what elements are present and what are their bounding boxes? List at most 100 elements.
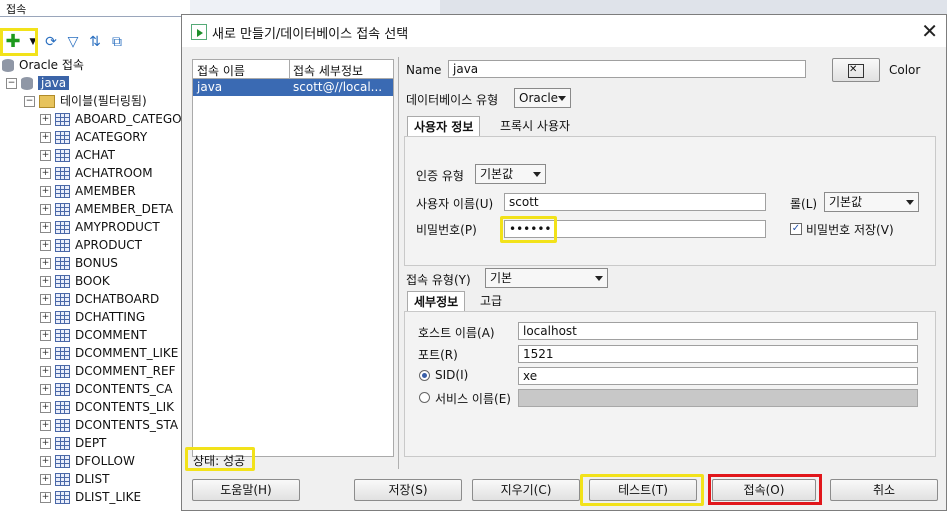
table-icon [55, 329, 70, 342]
expand-icon[interactable]: + [40, 384, 51, 395]
table-item[interactable]: + DCHATTING [40, 308, 145, 326]
expand-icon[interactable]: + [40, 312, 51, 323]
table-item[interactable]: + DCOMMENT [40, 326, 147, 344]
table-item[interactable]: + BONUS [40, 254, 118, 272]
port-input[interactable]: 1521 [518, 345, 918, 363]
dialog-titlebar: 새로 만들기/데이터베이스 접속 선택 ✕ [182, 15, 946, 47]
column-separator[interactable] [289, 60, 290, 78]
expand-icon[interactable]: + [40, 186, 51, 197]
test-highlight [580, 474, 704, 506]
save-button[interactable]: 저장(S) [354, 479, 462, 501]
table-item[interactable]: + DCONTENTS_LIK [40, 398, 174, 416]
collapse-icon[interactable]: − [24, 96, 35, 107]
color-swatch-icon: ✕ [848, 64, 864, 78]
table-item[interactable]: + DCONTENTS_STA [40, 416, 178, 434]
tab-proxy-user[interactable]: 프록시 사용자 [494, 116, 576, 136]
table-item[interactable]: + DCOMMENT_REF [40, 362, 175, 380]
table-item[interactable]: + DLIST [40, 470, 109, 488]
clear-button[interactable]: 지우기(C) [472, 479, 580, 501]
collapse-icon[interactable]: − [6, 78, 17, 89]
auth-type-select[interactable]: 기본값 [475, 164, 546, 184]
sid-radio[interactable] [419, 370, 430, 381]
table-icon [55, 455, 70, 468]
expand-icon[interactable]: + [40, 294, 51, 305]
schema-browser-icon[interactable]: ⇅ [86, 33, 104, 51]
filter-icon[interactable]: ▽ [64, 33, 82, 51]
expand-icon[interactable]: + [40, 240, 51, 251]
table-item[interactable]: + AMEMBER_DETA [40, 200, 173, 218]
service-name-radio[interactable] [419, 392, 430, 403]
name-label: Name [406, 63, 442, 77]
table-item[interactable]: + AMEMBER [40, 182, 136, 200]
expand-icon[interactable]: + [40, 276, 51, 287]
cancel-button[interactable]: 취소 [830, 479, 938, 501]
expand-icon[interactable]: + [40, 456, 51, 467]
username-input[interactable]: scott [504, 193, 766, 211]
color-picker-button[interactable]: ✕ [832, 58, 880, 82]
table-item[interactable]: + DCOMMENT_LIKE [40, 344, 178, 362]
table-item[interactable]: + AMYPRODUCT [40, 218, 160, 236]
table-item[interactable]: + APRODUCT [40, 236, 142, 254]
host-input[interactable]: localhost [518, 322, 918, 340]
table-label: DCHATBOARD [75, 292, 160, 306]
table-item[interactable]: + BOOK [40, 272, 110, 290]
expand-icon[interactable]: + [40, 330, 51, 341]
conn-type-select[interactable]: 기본 [485, 268, 608, 288]
open-sql-worksheet-icon[interactable]: ⧉ [108, 33, 126, 51]
expand-icon[interactable]: + [40, 348, 51, 359]
table-item[interactable]: + DCHATBOARD [40, 290, 159, 308]
tab-advanced[interactable]: 고급 [474, 291, 508, 311]
tree-connection-java[interactable]: − java [6, 74, 70, 92]
table-icon [55, 257, 70, 270]
expand-icon[interactable]: + [40, 150, 51, 161]
expand-icon[interactable]: + [40, 474, 51, 485]
chevron-down-icon [533, 172, 541, 177]
table-icon [55, 491, 70, 504]
table-label: DCHATTING [75, 310, 146, 324]
expand-icon[interactable]: + [40, 132, 51, 143]
db-type-select[interactable]: Oracle [514, 88, 571, 108]
save-password-checkbox[interactable]: ✓ [790, 223, 802, 235]
table-item[interactable]: + ACHAT [40, 146, 115, 164]
table-item[interactable]: + ACHATROOM [40, 164, 153, 182]
list-item[interactable]: java scott@//local... [193, 79, 393, 96]
column-header-detail[interactable]: 접속 세부정보 [293, 62, 363, 79]
table-item[interactable]: + ABOARD_CATEGO [40, 110, 182, 128]
expand-icon[interactable]: + [40, 438, 51, 449]
name-input[interactable]: java [448, 60, 806, 78]
table-item[interactable]: + DEPT [40, 434, 106, 452]
expand-icon[interactable]: + [40, 402, 51, 413]
database-icon [2, 59, 14, 72]
expand-icon[interactable]: + [40, 204, 51, 215]
tab-user-info[interactable]: 사용자 정보 [407, 116, 481, 136]
table-label: DFOLLOW [75, 454, 135, 468]
close-icon[interactable]: ✕ [921, 19, 938, 43]
tab-details[interactable]: 세부정보 [407, 291, 466, 311]
column-header-name[interactable]: 접속 이름 [197, 62, 245, 79]
expand-icon[interactable]: + [40, 366, 51, 377]
table-icon [55, 239, 70, 252]
table-label: DEPT [75, 436, 107, 450]
table-item[interactable]: + DFOLLOW [40, 452, 135, 470]
expand-icon[interactable]: + [40, 114, 51, 125]
table-label: AMEMBER [75, 184, 136, 198]
expand-icon[interactable]: + [40, 492, 51, 503]
refresh-icon[interactable]: ⟳ [42, 33, 60, 51]
expand-icon[interactable]: + [40, 168, 51, 179]
expand-icon[interactable]: + [40, 258, 51, 269]
help-button[interactable]: 도움말(H) [192, 479, 300, 501]
sid-input[interactable]: xe [518, 367, 918, 385]
expand-icon[interactable]: + [40, 222, 51, 233]
expand-icon[interactable]: + [40, 420, 51, 431]
tree-root[interactable]: Oracle 접속 [2, 56, 84, 74]
table-item[interactable]: + DCONTENTS_CA [40, 380, 172, 398]
table-item[interactable]: + DLIST_LIKE [40, 488, 141, 506]
table-icon [55, 293, 70, 306]
table-label: DLIST [75, 472, 110, 486]
service-name-input[interactable] [518, 389, 918, 407]
tree-tables-folder[interactable]: − 테이블(필터링됨) [24, 92, 147, 110]
list-header: 접속 이름 접속 세부정보 [193, 60, 393, 79]
table-item[interactable]: + ACATEGORY [40, 128, 147, 146]
role-select[interactable]: 기본값 [824, 192, 919, 212]
conn-type-label: 접속 유형(Y) [406, 273, 471, 287]
